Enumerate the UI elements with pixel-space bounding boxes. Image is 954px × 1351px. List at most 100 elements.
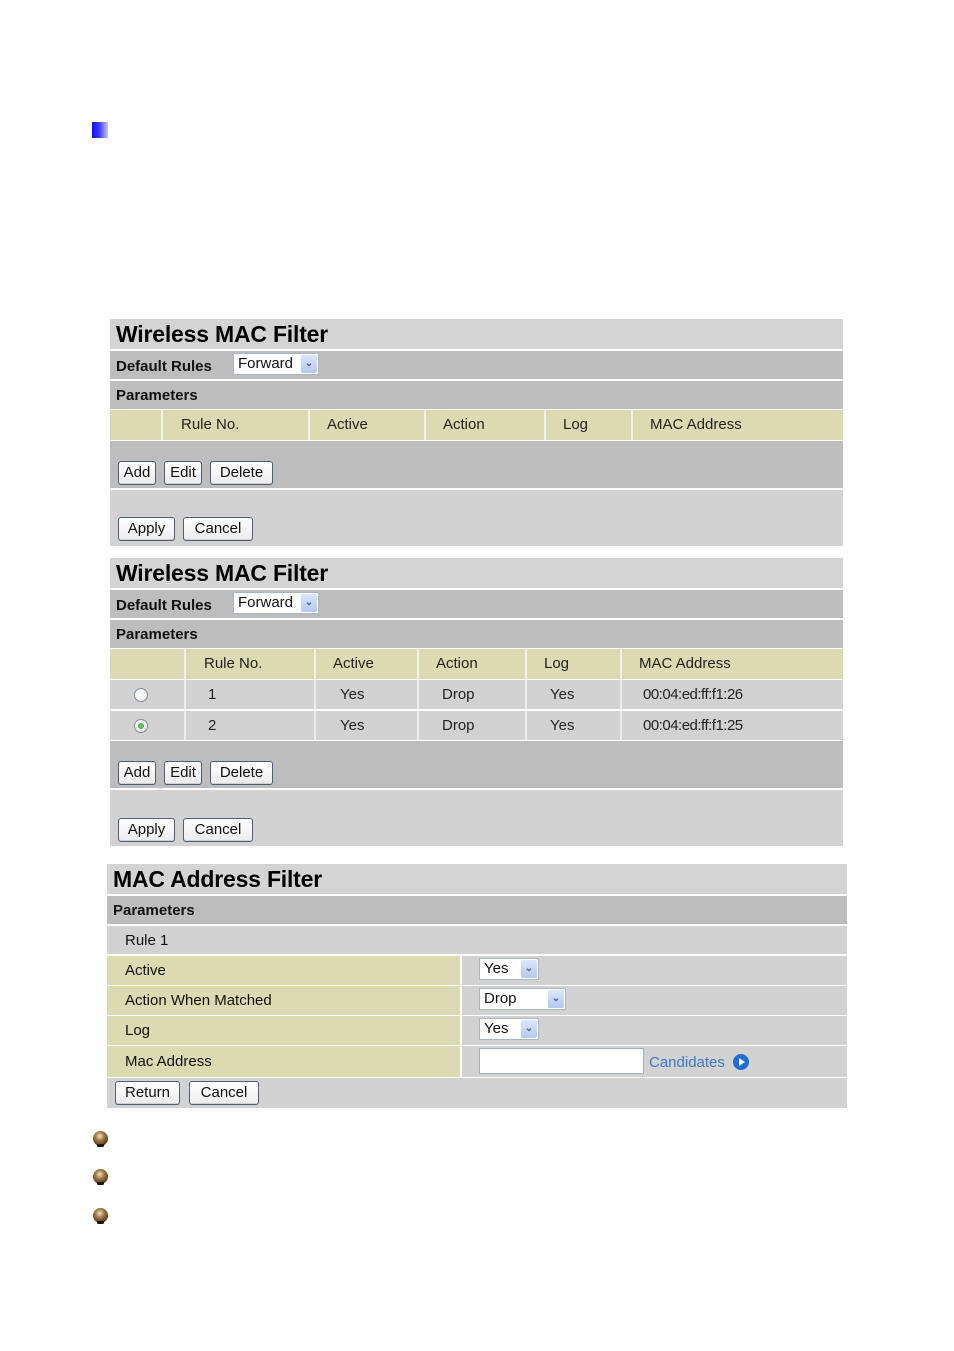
action-value: Drop: [484, 990, 517, 1007]
panel-title: MAC Address Filter: [113, 866, 322, 892]
rule-no-cell: 1: [184, 680, 314, 709]
play-circle-icon[interactable]: [733, 1054, 749, 1070]
apply-button[interactable]: Apply: [118, 517, 175, 541]
mac-address-cell: 00:04:ed:ff:f1:26: [620, 680, 843, 709]
field-label-cell: Log: [107, 1016, 460, 1045]
chevron-down-icon[interactable]: ⌄: [548, 990, 564, 1008]
log-value: Yes: [484, 1020, 509, 1037]
parameters-row: Parameters: [110, 381, 843, 409]
column-header-rule-no: Rule No.: [184, 649, 314, 679]
cancel-button[interactable]: Cancel: [183, 517, 253, 541]
chevron-down-icon[interactable]: ⌄: [301, 355, 317, 373]
active-field-row: Active Yes ⌄: [107, 956, 847, 985]
default-rules-row: Default Rules Forward ⌄: [110, 590, 843, 618]
action-select[interactable]: Drop ⌄: [479, 988, 566, 1010]
rule-actions-row: Add Edit Delete: [110, 741, 843, 788]
column-header-log: Log: [525, 649, 620, 679]
parameters-label: Parameters: [116, 626, 198, 643]
field-value-cell: Candidates: [462, 1046, 847, 1077]
mac-field-row: Mac Address Candidates: [107, 1046, 847, 1077]
parameters-row: Parameters: [107, 896, 847, 924]
row-select-cell: [110, 680, 184, 709]
panel-title-bar: MAC Address Filter: [107, 864, 847, 894]
panel-title: Wireless MAC Filter: [116, 321, 328, 347]
column-header-mac-address: MAC Address: [620, 649, 843, 679]
field-label-cell: Mac Address: [107, 1046, 460, 1077]
bullet-ball-icon: [93, 1208, 108, 1224]
table-row[interactable]: 1 Yes Drop Yes 00:04:ed:ff:f1:26: [110, 680, 843, 709]
table-row[interactable]: 2 Yes Drop Yes 00:04:ed:ff:f1:25: [110, 711, 843, 740]
column-header-active: Active: [308, 410, 424, 440]
panel-title-bar: Wireless MAC Filter: [110, 319, 843, 349]
rule-label-row: Rule 1: [107, 926, 847, 954]
candidates-link[interactable]: Candidates: [649, 1054, 725, 1071]
column-header-select: [110, 410, 161, 440]
log-label: Log: [125, 1022, 151, 1039]
active-select[interactable]: Yes ⌄: [479, 958, 539, 980]
column-header-select: [110, 649, 184, 679]
column-header-rule-no: Rule No.: [161, 410, 308, 440]
delete-button[interactable]: Delete: [210, 461, 273, 485]
column-header-action: Action: [424, 410, 544, 440]
log-cell: Yes: [525, 711, 620, 740]
chevron-down-icon[interactable]: ⌄: [301, 594, 317, 612]
rule-actions-row: Add Edit Delete: [110, 441, 843, 488]
parameters-row: Parameters: [110, 620, 843, 648]
rule-select-radio[interactable]: [134, 719, 148, 733]
column-header-mac-address: MAC Address: [631, 410, 843, 440]
column-header-log: Log: [544, 410, 631, 440]
default-rules-select[interactable]: Forward ⌄: [233, 592, 319, 614]
bullet-ball-icon: [93, 1169, 108, 1185]
chevron-down-icon[interactable]: ⌄: [521, 960, 537, 978]
default-rules-select[interactable]: Forward ⌄: [233, 353, 319, 375]
mac-address-label: Mac Address: [125, 1053, 212, 1070]
action-field-row: Action When Matched Drop ⌄: [107, 986, 847, 1015]
field-label-cell: Action When Matched: [107, 986, 460, 1015]
delete-button[interactable]: Delete: [210, 761, 273, 785]
add-button[interactable]: Add: [118, 461, 156, 485]
rule-select-radio[interactable]: [134, 688, 148, 702]
panel-title: Wireless MAC Filter: [116, 560, 328, 586]
cancel-button[interactable]: Cancel: [183, 818, 253, 842]
log-select[interactable]: Yes ⌄: [479, 1018, 539, 1040]
table-header: Rule No. Active Action Log MAC Address: [110, 649, 843, 679]
rule-label: Rule 1: [125, 932, 169, 949]
field-label-cell: Active: [107, 956, 460, 985]
cancel-button[interactable]: Cancel: [189, 1081, 259, 1105]
action-cell: Drop: [417, 711, 525, 740]
submit-row: Apply Cancel: [110, 790, 843, 846]
submit-row: Return Cancel: [107, 1078, 847, 1108]
log-cell: Yes: [525, 680, 620, 709]
wireless-mac-filter-panel-with-rules: Wireless MAC Filter Default Rules Forwar…: [110, 558, 843, 846]
parameters-label: Parameters: [113, 902, 195, 919]
submit-row: Apply Cancel: [110, 490, 843, 546]
active-cell: Yes: [314, 711, 417, 740]
wireless-mac-filter-panel-empty: Wireless MAC Filter Default Rules Forwar…: [110, 319, 843, 546]
column-header-active: Active: [314, 649, 417, 679]
apply-button[interactable]: Apply: [118, 818, 175, 842]
add-button[interactable]: Add: [118, 761, 156, 785]
default-rules-value: Forward: [238, 594, 294, 611]
section-bullet-icon: [92, 122, 108, 138]
bullet-ball-icon: [93, 1131, 108, 1147]
field-value-cell: Yes ⌄: [462, 956, 847, 985]
mac-address-input[interactable]: [479, 1048, 644, 1074]
edit-button[interactable]: Edit: [164, 461, 202, 485]
row-select-cell: [110, 711, 184, 740]
default-rules-label: Default Rules: [116, 358, 212, 375]
default-rules-row: Default Rules Forward ⌄: [110, 351, 843, 379]
action-cell: Drop: [417, 680, 525, 709]
return-button[interactable]: Return: [115, 1081, 180, 1105]
chevron-down-icon[interactable]: ⌄: [521, 1020, 537, 1038]
field-value-cell: Yes ⌄: [462, 1016, 847, 1045]
log-field-row: Log Yes ⌄: [107, 1016, 847, 1045]
field-value-cell: Drop ⌄: [462, 986, 847, 1015]
table-header: Rule No. Active Action Log MAC Address: [110, 410, 843, 440]
mac-address-filter-panel: MAC Address Filter Parameters Rule 1 Act…: [107, 864, 847, 1108]
default-rules-value: Forward: [238, 355, 294, 372]
active-value: Yes: [484, 960, 509, 977]
edit-button[interactable]: Edit: [164, 761, 202, 785]
column-header-action: Action: [417, 649, 525, 679]
parameters-label: Parameters: [116, 387, 198, 404]
action-label: Action When Matched: [125, 992, 272, 1009]
